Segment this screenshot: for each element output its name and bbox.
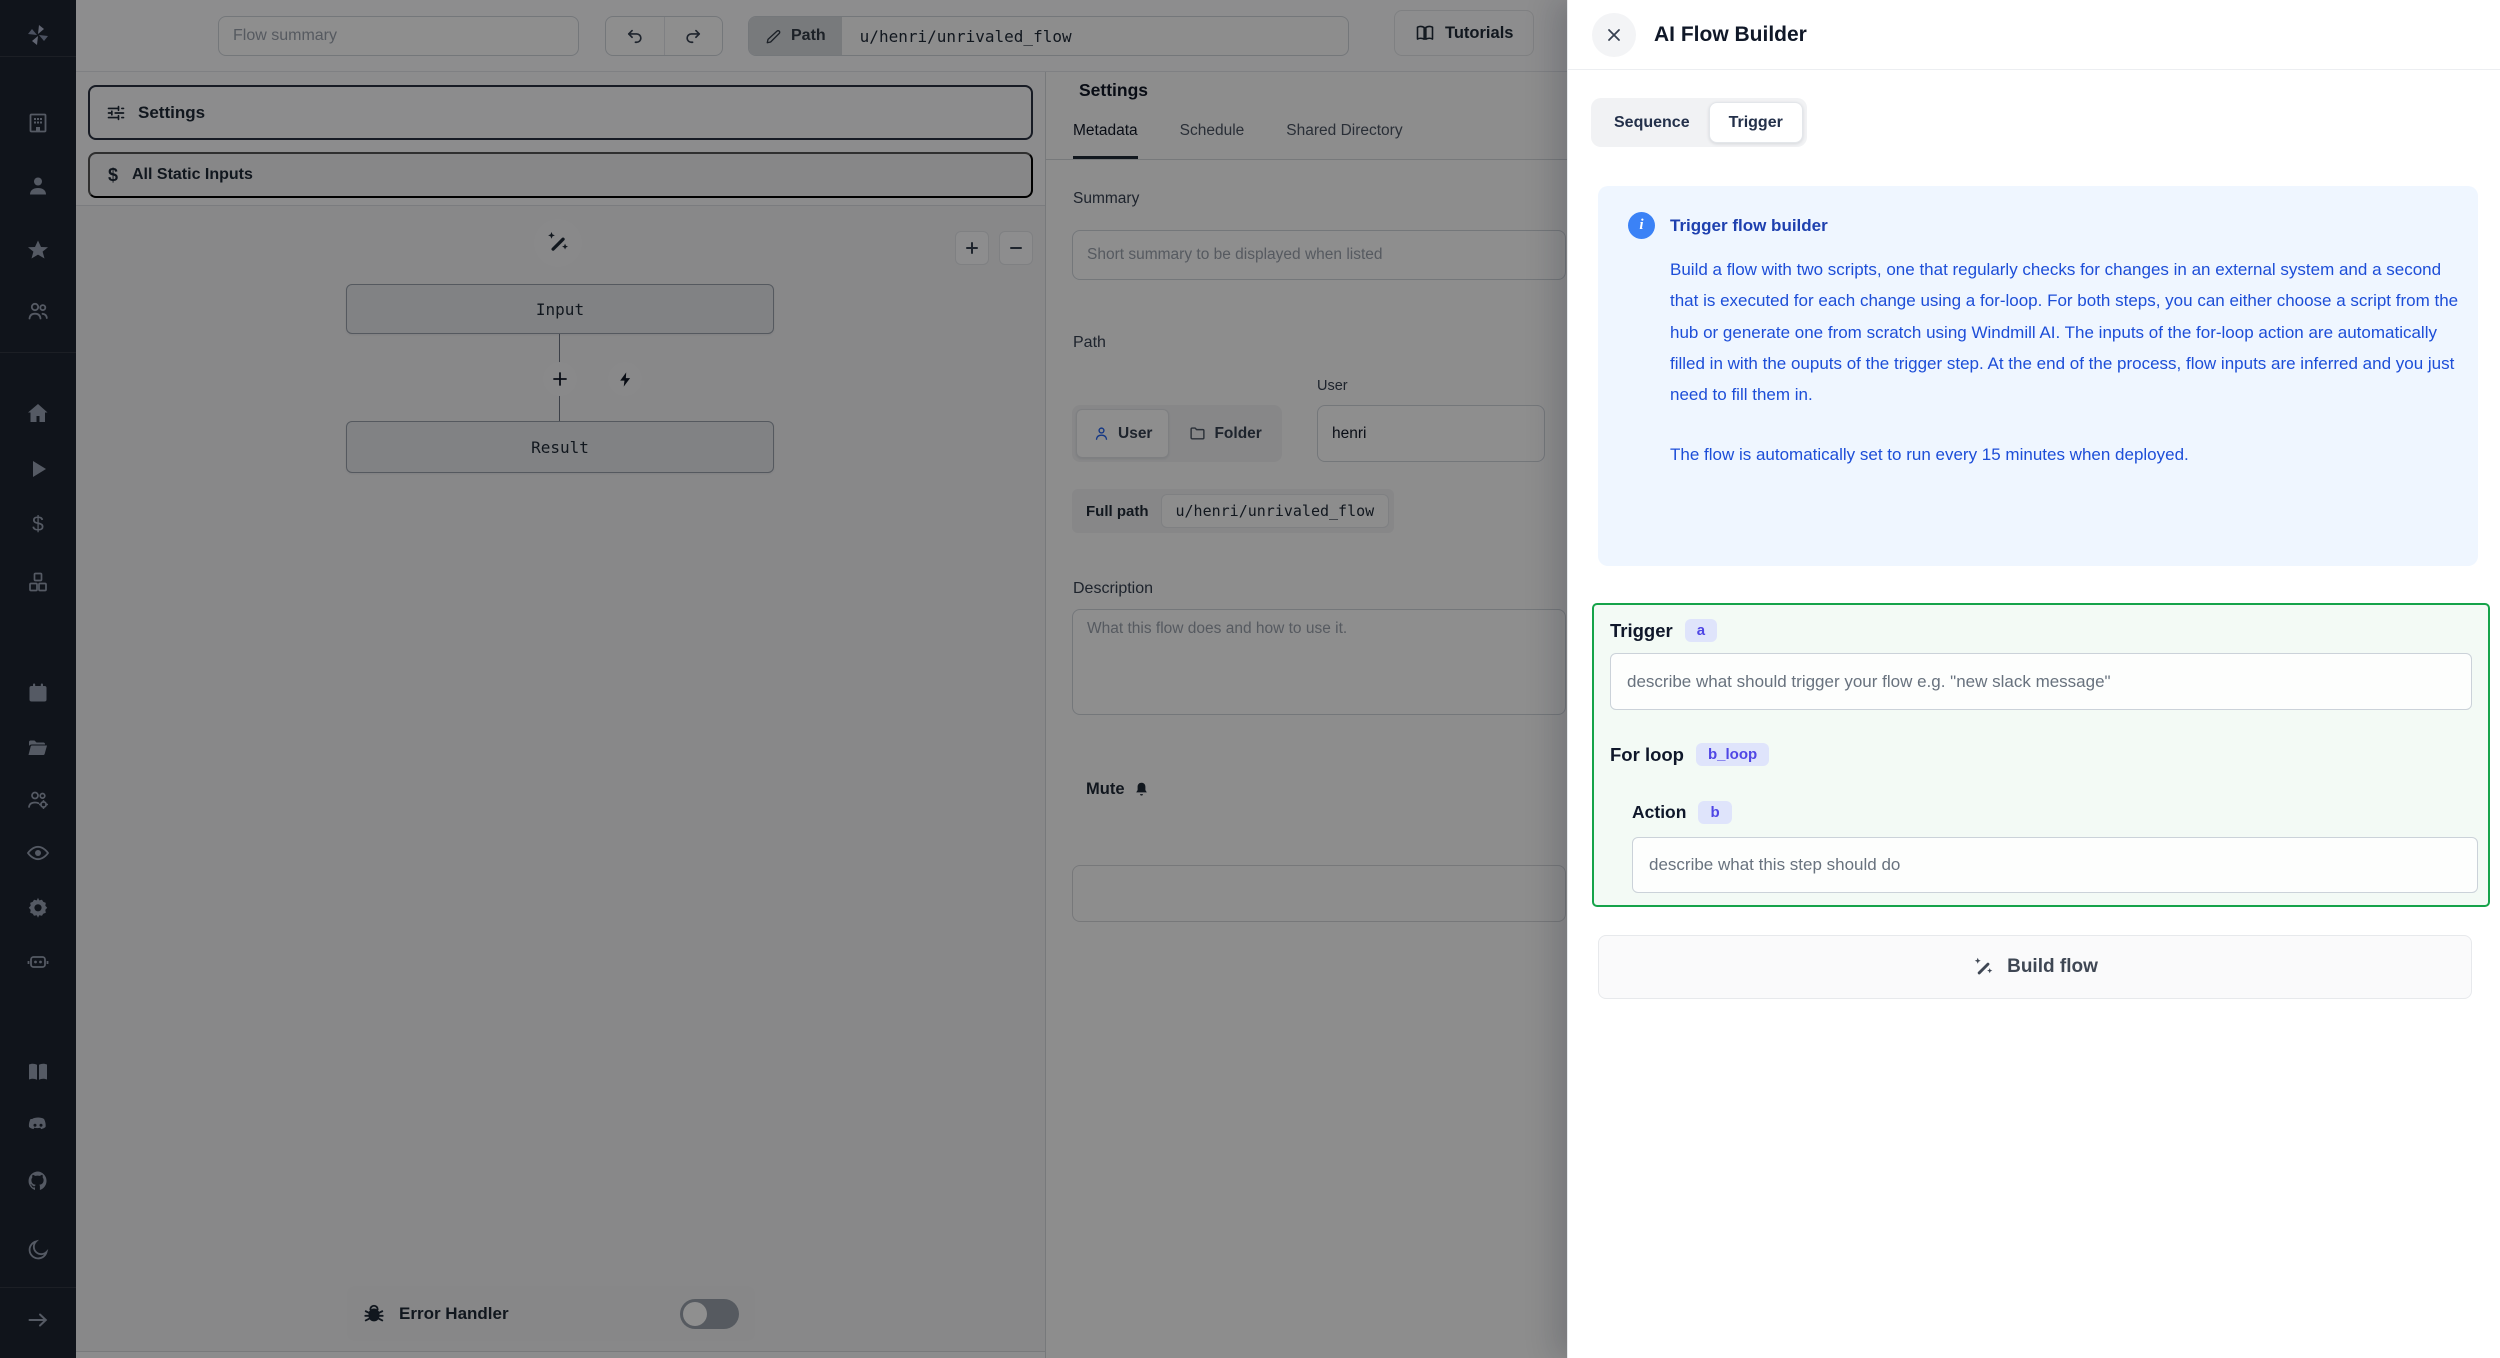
build-flow-button[interactable]: Build flow: [1598, 935, 2472, 999]
info-title: Trigger flow builder: [1670, 215, 1828, 235]
tab-sequence[interactable]: Sequence: [1595, 102, 1709, 143]
drawer-title: AI Flow Builder: [1654, 23, 1807, 46]
close-icon[interactable]: [1592, 13, 1636, 57]
ai-flow-builder-drawer: AI Flow Builder Sequence Trigger i Trigg…: [1567, 0, 2500, 1358]
action-step-badge: b: [1698, 801, 1732, 824]
builder-mode-tabs: Sequence Trigger: [1591, 98, 1807, 147]
info-body: Build a flow with two scripts, one that …: [1670, 260, 2459, 405]
forloop-step-row: For loop b_loop: [1610, 743, 1770, 766]
drawer-header: AI Flow Builder: [1568, 0, 2500, 70]
trigger-step-badge: a: [1684, 619, 1718, 642]
trigger-description-input[interactable]: [1610, 653, 2472, 710]
drawer-backdrop[interactable]: [0, 0, 1567, 1358]
info-footer: The flow is automatically set to run eve…: [1670, 445, 2189, 465]
trigger-info-box: i Trigger flow builder Build a flow with…: [1598, 186, 2478, 566]
action-step-label: Action: [1632, 802, 1687, 822]
windmill-flow-editor: $ Flow summary Path u/henri/unrivaled_fl…: [0, 0, 2500, 1358]
trigger-step-label: Trigger: [1610, 619, 1673, 641]
wand-icon: [1972, 956, 1995, 979]
trigger-builder-box: Trigger a For loop b_loop Action b: [1592, 603, 2490, 907]
action-step-row: Action b: [1632, 801, 1732, 824]
info-icon: i: [1628, 212, 1655, 239]
build-flow-label: Build flow: [2007, 956, 2098, 977]
trigger-step-row: Trigger a: [1610, 619, 1718, 642]
action-description-input[interactable]: [1632, 837, 2478, 893]
forloop-step-label: For loop: [1610, 743, 1684, 765]
info-header: i Trigger flow builder: [1628, 212, 2448, 239]
forloop-step-badge: b_loop: [1695, 743, 1770, 766]
tab-trigger[interactable]: Trigger: [1708, 102, 1803, 143]
